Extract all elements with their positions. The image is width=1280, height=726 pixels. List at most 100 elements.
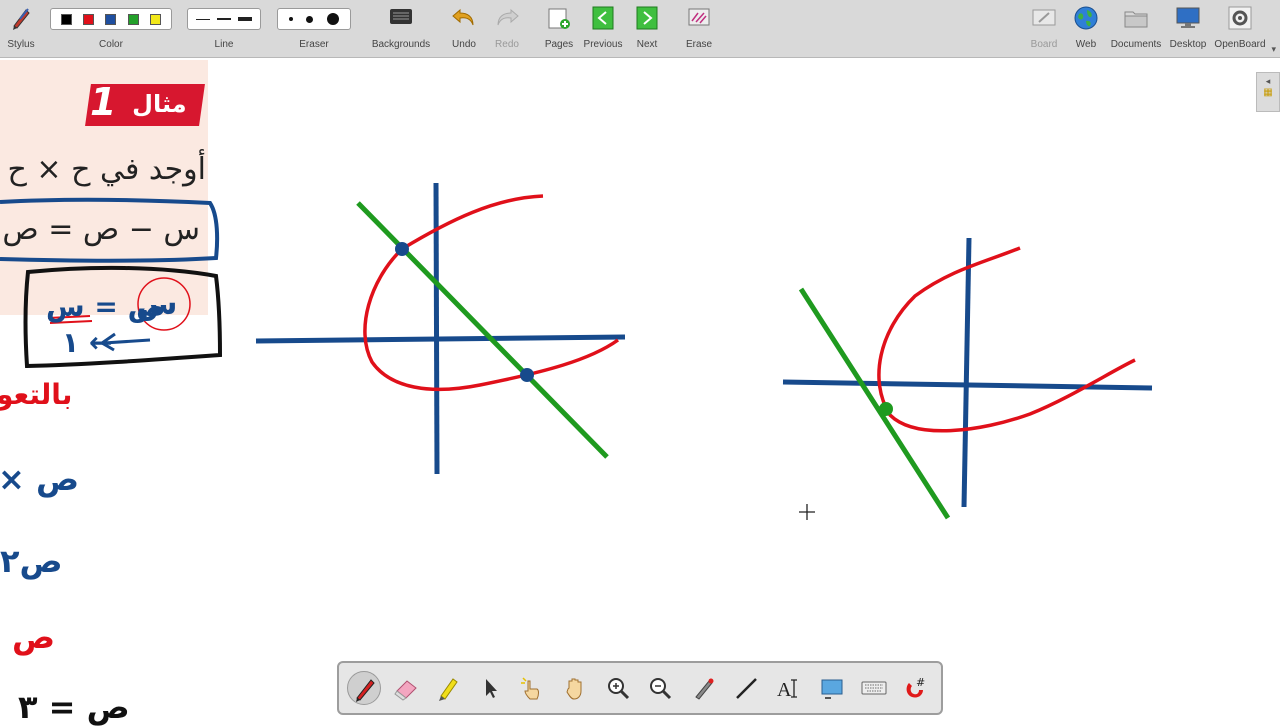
board-button[interactable]: Board [1026,0,1062,57]
hand-tool-button[interactable] [559,671,593,705]
desktop-icon [1176,7,1200,28]
eraser-size-medium[interactable] [306,15,314,23]
next-page-icon [636,6,658,30]
redo-icon [497,8,519,26]
redo-label: Redo [495,39,519,50]
graph1-line [356,201,609,459]
previous-button[interactable]: Previous [582,0,624,57]
board-label: Board [1030,39,1058,50]
web-label: Web [1075,39,1097,50]
magnet-widget-icon: # [906,676,925,698]
color-swatch-yellow[interactable] [150,13,162,25]
line-icon [736,678,757,699]
folder-icon [1124,11,1148,28]
web-button[interactable]: Web [1068,0,1104,57]
undo-button[interactable]: Undo [444,0,484,57]
line-width-medium[interactable] [216,18,231,20]
next-button[interactable]: Next [627,0,667,57]
color-label: Color [99,39,123,50]
hand-icon [566,678,582,700]
documents-button[interactable]: Documents [1108,0,1164,57]
graph1-curve [363,194,620,392]
stylus-label: Stylus [7,39,35,50]
globe-icon [1074,6,1098,30]
eraser-group: Eraser [277,0,351,57]
line-group: Line [187,0,261,57]
backgrounds-label: Backgrounds [371,39,431,50]
work-line-1: × ص [0,460,79,498]
capture-tool-button[interactable] [815,671,849,705]
desktop-label: Desktop [1169,39,1207,50]
undo-icon [452,8,474,26]
line-width-thick[interactable] [238,17,253,21]
boxed-equation-left: ص = س [46,290,166,323]
color-swatch-blue[interactable] [105,13,117,25]
backgrounds-button[interactable]: Backgrounds [366,0,436,57]
erase-board-icon [688,8,710,26]
eraser-size-small[interactable] [288,17,293,21]
graph2-tangent-line [798,287,951,520]
zoom-in-tool-button[interactable] [601,671,635,705]
pages-button[interactable]: Pages [539,0,579,57]
add-page-icon [548,8,570,29]
openboard-label: OpenBoard [1214,39,1266,50]
highlighter-tool-button[interactable] [431,671,465,705]
whiteboard-canvas[interactable] [0,58,1280,658]
next-label: Next [636,39,658,50]
undo-label: Undo [452,39,476,50]
crosshair-cursor-icon [799,504,815,520]
graph1-y-axis [433,182,440,475]
arrow-pointer-icon [486,679,497,698]
pen-icon [356,679,375,702]
zoom-in-icon [608,678,630,700]
eraser-tool-button[interactable] [389,671,423,705]
substitution-note: بالتعو [0,378,73,411]
pages-label: Pages [544,39,574,50]
desktop-button[interactable]: Desktop [1166,0,1210,57]
graph1-intersection-point [520,368,534,382]
widget-tool-button[interactable]: # [899,671,933,705]
keyboard-icon [861,681,887,695]
color-group: Color [50,0,172,57]
interact-tool-button[interactable] [515,671,549,705]
chevron-down-icon[interactable]: ▾ [1271,44,1276,55]
pen-tool-button[interactable] [347,671,381,705]
color-palette [50,8,172,30]
highlighter-icon [439,678,458,701]
eraser-size-selector [277,8,351,30]
settings-icon [1228,6,1252,30]
svg-text:#: # [916,676,925,689]
eraser-size-large[interactable] [327,13,340,25]
stylus-button[interactable]: Stylus [2,0,40,57]
line-width-selector [187,8,261,30]
laser-pointer-tool-button[interactable] [687,671,721,705]
line-tool-button[interactable] [729,671,763,705]
eraser-label: Eraser [299,39,329,50]
text-icon: A [777,679,797,701]
zoom-out-tool-button[interactable] [643,671,677,705]
graph1-intersection-point [395,242,409,256]
boxed-equation-bottom: ١ ← [62,326,113,359]
graph2-y-axis [961,237,972,508]
line-label: Line [214,39,234,50]
graph1-x-axis [255,334,626,344]
erase-button[interactable]: Erase [679,0,719,57]
keyboard-tool-button[interactable] [857,671,891,705]
text-tool-button[interactable]: A [771,671,805,705]
line-width-thin[interactable] [195,18,210,20]
color-swatch-red[interactable] [83,13,95,25]
select-tool-button[interactable] [473,671,507,705]
main-toolbar: Stylus Color Line Eraser Backgrounds Und… [0,0,1280,58]
documents-label: Documents [1110,39,1162,50]
graph2-curve [877,246,1136,433]
redo-button[interactable]: Redo [487,0,527,57]
equation-highlight-box [0,197,220,263]
graph2-tangent-point [879,402,893,416]
color-swatch-green[interactable] [127,13,139,25]
previous-label: Previous [583,39,623,50]
board-icon [1032,9,1056,26]
openboard-button[interactable]: OpenBoard [1212,0,1268,57]
eraser-icon [394,680,417,701]
color-swatch-black[interactable] [60,13,72,25]
stylus-palette: A # [337,661,943,715]
